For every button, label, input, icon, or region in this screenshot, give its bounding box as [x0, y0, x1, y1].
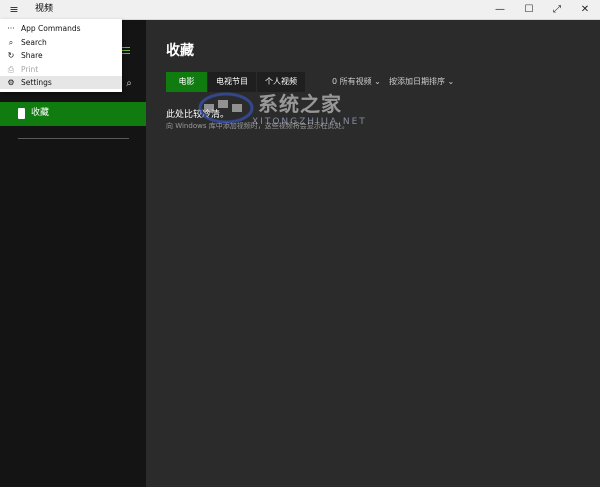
menu-item-share[interactable]: ↻ Share	[0, 49, 122, 62]
watermark-emblem-icon	[198, 92, 254, 124]
maximize-button[interactable]: ☐	[515, 0, 543, 19]
more-icon: ···	[7, 24, 15, 33]
sidebar-menu-icon[interactable]	[122, 47, 130, 55]
hamburger-icon[interactable]: ≡	[6, 2, 22, 17]
sidebar-item-label: 收藏	[31, 108, 50, 118]
share-icon: ↻	[7, 51, 15, 60]
watermark-text: 系统之家	[258, 92, 342, 116]
sort-dropdown[interactable]: 按添加日期排序 ⌄	[389, 72, 454, 92]
gear-icon: ⚙	[7, 78, 15, 87]
search-icon: ⌕	[8, 38, 14, 47]
search-icon[interactable]: ⌕	[122, 77, 136, 91]
close-button[interactable]: ✕	[571, 0, 599, 19]
menu-item-print: ⎙ Print	[7, 65, 39, 74]
minimize-button[interactable]: —	[486, 0, 514, 19]
window-title: 视频	[35, 4, 54, 14]
watermark-logo: 系统之家 XITONGZHIJIA.NET	[196, 86, 376, 136]
app-menu: ··· App Commands ⌕ Search ↻ Share ⎙ Prin…	[0, 19, 122, 92]
sidebar-divider	[18, 138, 129, 139]
menu-item-app-commands[interactable]: ··· App Commands	[0, 22, 122, 35]
page-title: 收藏	[166, 43, 194, 59]
title-bar: ≡ 视频 — ☐ ⤢ ✕	[0, 0, 600, 20]
print-icon: ⎙	[7, 65, 15, 74]
menu-item-settings[interactable]: ⚙ Settings	[0, 76, 122, 89]
collection-icon	[18, 108, 25, 119]
fullscreen-button[interactable]: ⤢	[543, 0, 571, 19]
menu-item-search[interactable]: ⌕ Search	[0, 36, 122, 49]
watermark-subtext: XITONGZHIJIA.NET	[252, 117, 367, 127]
sidebar-item-collection[interactable]: 收藏	[0, 102, 146, 126]
